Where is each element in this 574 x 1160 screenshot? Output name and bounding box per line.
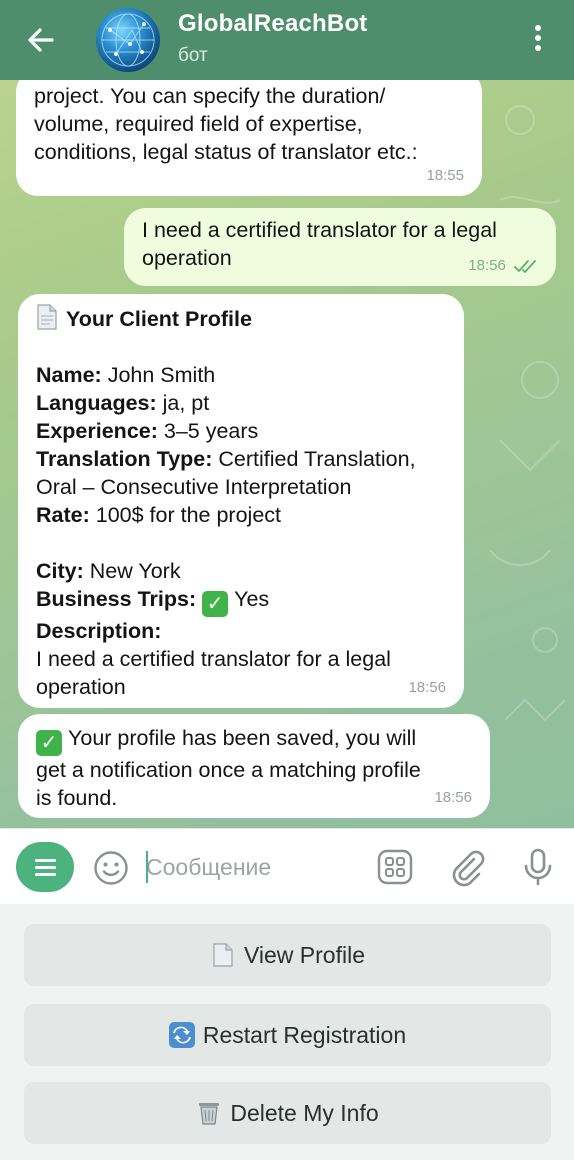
message-text-line: project. You can specify the duration/ xyxy=(34,84,386,108)
restart-registration-label: Restart Registration xyxy=(202,1021,407,1048)
message-text-line: I need a certified translator for a lega… xyxy=(142,218,497,242)
text-cursor xyxy=(146,851,148,883)
field-value: John Smith xyxy=(101,363,216,387)
document-icon xyxy=(213,943,233,967)
bot-commands-icon[interactable] xyxy=(376,847,414,887)
message-time: 18:56 xyxy=(468,257,506,274)
trash-icon xyxy=(199,1103,220,1125)
emoji-icon[interactable] xyxy=(92,849,130,887)
profile-city-row: City: New York xyxy=(36,557,446,585)
message-input[interactable] xyxy=(146,849,356,885)
double-check-icon xyxy=(514,260,536,273)
field-value: 100$ for the project xyxy=(89,503,281,527)
field-value: 3–5 years xyxy=(157,419,259,443)
message-bubble-incoming[interactable]: project. You can specify the duration/ v… xyxy=(16,80,482,196)
field-value: Certified Translation, xyxy=(212,447,416,471)
profile-rate-row: Rate: 100$ for the project xyxy=(36,501,446,529)
bot-menu-button[interactable] xyxy=(16,842,74,892)
field-label: Name: xyxy=(36,363,102,387)
field-label: Experience: xyxy=(36,419,158,443)
field-label: Rate: xyxy=(36,503,90,527)
message-text-line: is found. xyxy=(36,786,118,810)
check-mark-icon: ✓ xyxy=(36,730,62,756)
profile-name-row: Name: John Smith xyxy=(36,361,446,389)
profile-languages-row: Languages: ja, pt xyxy=(36,389,446,417)
document-icon xyxy=(37,304,57,330)
message-time-status: 18:56 xyxy=(468,252,538,280)
bot-keyboard: View Profile Restart Registration Delete… xyxy=(0,904,574,1160)
field-label: City: xyxy=(36,559,84,583)
field-value: New York xyxy=(83,559,181,583)
field-label: Business Trips: xyxy=(36,587,197,611)
attach-icon[interactable] xyxy=(448,847,486,887)
check-mark-icon: ✓ xyxy=(202,591,229,617)
profile-type-row: Translation Type: Certified Translation, xyxy=(36,445,446,473)
microphone-icon[interactable] xyxy=(520,847,558,887)
chat-subtitle: бот xyxy=(178,45,208,66)
repeat-icon xyxy=(168,1022,195,1048)
message-text-line: ✓ Your profile has been saved, you will xyxy=(36,724,472,756)
more-menu-icon[interactable] xyxy=(526,22,550,58)
message-input-bar xyxy=(0,828,574,904)
field-value: Yes xyxy=(234,587,270,611)
message-bubble-incoming[interactable]: ✓ Your profile has been saved, you will g… xyxy=(18,714,490,818)
field-label: Translation Type: xyxy=(36,447,213,471)
field-label: Languages: xyxy=(36,391,157,415)
profile-description-line: I need a certified translator for a lega… xyxy=(36,647,391,671)
message-time: 18:56 xyxy=(434,789,472,806)
profile-type-row-cont: Oral – Consecutive Interpretation xyxy=(36,475,352,499)
chat-title[interactable]: GlobalReachBot xyxy=(178,10,368,38)
delete-info-button[interactable]: Delete My Info xyxy=(24,1082,551,1144)
message-text-line: get a notification once a matching profi… xyxy=(36,758,421,782)
delete-info-label: Delete My Info xyxy=(230,1099,379,1126)
message-time: 18:56 xyxy=(408,679,446,696)
profile-experience-row: Experience: 3–5 years xyxy=(36,417,446,445)
profile-trips-row: Business Trips: ✓ Yes xyxy=(36,585,446,617)
message-time: 18:55 xyxy=(426,167,464,184)
view-profile-button[interactable]: View Profile xyxy=(24,924,551,986)
message-text: Your profile has been saved, you will xyxy=(68,726,417,750)
profile-heading: Your Client Profile xyxy=(36,304,446,333)
back-arrow-icon[interactable] xyxy=(22,22,62,58)
message-text-line: volume, required field of expertise, xyxy=(34,112,363,136)
field-value: ja, pt xyxy=(156,391,210,415)
bot-avatar[interactable] xyxy=(96,8,160,72)
restart-registration-button[interactable]: Restart Registration xyxy=(24,1004,551,1066)
message-text-line: conditions, legal status of translator e… xyxy=(34,140,418,164)
profile-heading-text: Your Client Profile xyxy=(66,307,252,331)
client-profile-message[interactable]: Your Client Profile Name: John Smith Lan… xyxy=(18,294,464,708)
message-bubble-outgoing[interactable]: I need a certified translator for a lega… xyxy=(124,208,556,286)
view-profile-label: View Profile xyxy=(243,941,366,968)
profile-description-label: Description: xyxy=(36,619,162,643)
profile-description-line: operation xyxy=(36,675,126,699)
chat-header: GlobalReachBot бот xyxy=(0,0,574,80)
chat-area[interactable]: project. You can specify the duration/ v… xyxy=(0,80,574,828)
